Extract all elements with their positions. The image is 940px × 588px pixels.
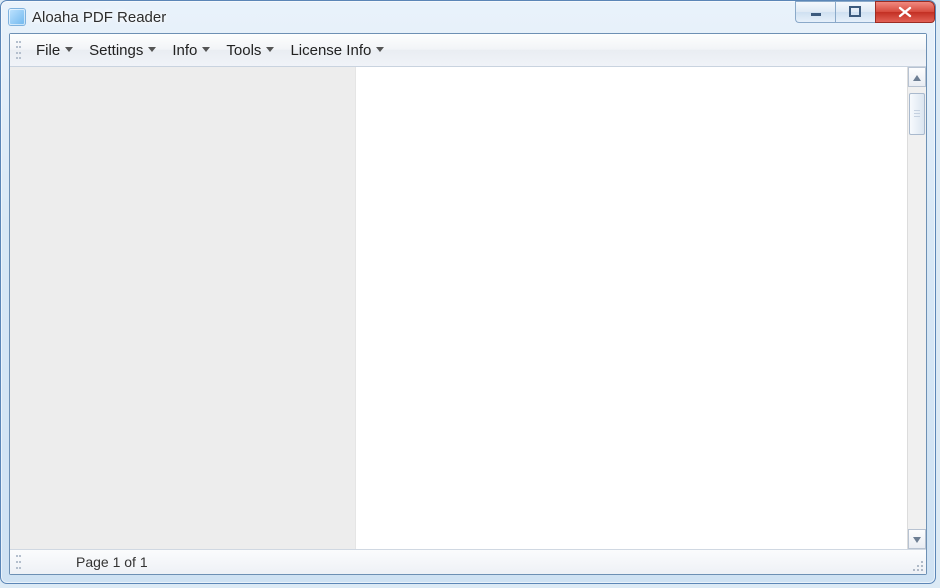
menu-file[interactable]: File bbox=[26, 36, 79, 64]
menu-label: License Info bbox=[290, 42, 371, 59]
chevron-down-icon bbox=[202, 47, 210, 53]
maximize-icon bbox=[849, 6, 863, 18]
scroll-track[interactable] bbox=[908, 87, 926, 529]
menu-tools[interactable]: Tools bbox=[216, 36, 280, 64]
vertical-scrollbar[interactable] bbox=[907, 67, 926, 549]
chevron-up-icon bbox=[913, 68, 921, 86]
title-bar[interactable]: Aloaha PDF Reader bbox=[1, 1, 935, 33]
document-canvas[interactable] bbox=[356, 67, 907, 549]
scroll-down-button[interactable] bbox=[908, 529, 926, 549]
maximize-button[interactable] bbox=[835, 1, 875, 23]
menu-label: Tools bbox=[226, 42, 261, 59]
chevron-down-icon bbox=[913, 530, 921, 548]
toolbar-grip-icon[interactable] bbox=[16, 555, 22, 569]
menu-info[interactable]: Info bbox=[162, 36, 216, 64]
status-bar: Page 1 of 1 bbox=[10, 549, 926, 574]
menu-license-info[interactable]: License Info bbox=[280, 36, 390, 64]
window-title: Aloaha PDF Reader bbox=[32, 9, 166, 26]
resize-grip-icon[interactable] bbox=[910, 558, 924, 572]
app-window: Aloaha PDF Reader bbox=[0, 0, 936, 584]
toolbar-grip-icon[interactable] bbox=[16, 41, 22, 59]
scroll-up-button[interactable] bbox=[908, 67, 926, 87]
chevron-down-icon bbox=[266, 47, 274, 53]
minimize-icon bbox=[810, 6, 822, 18]
chevron-down-icon bbox=[376, 47, 384, 53]
menu-bar: File Settings Info Tools bbox=[10, 34, 926, 67]
workspace bbox=[10, 67, 926, 549]
close-icon bbox=[897, 6, 913, 18]
minimize-button[interactable] bbox=[795, 1, 835, 23]
menu-settings[interactable]: Settings bbox=[79, 36, 162, 64]
menu-label: File bbox=[36, 42, 60, 59]
caption-buttons bbox=[795, 1, 935, 23]
document-area bbox=[356, 67, 926, 549]
menu-label: Info bbox=[172, 42, 197, 59]
app-icon bbox=[9, 9, 25, 25]
scroll-thumb[interactable] bbox=[909, 93, 925, 135]
page-indicator: Page 1 of 1 bbox=[76, 554, 148, 570]
side-panel[interactable] bbox=[10, 67, 356, 549]
chevron-down-icon bbox=[148, 47, 156, 53]
close-button[interactable] bbox=[875, 1, 935, 23]
menu-label: Settings bbox=[89, 42, 143, 59]
client-area: File Settings Info Tools bbox=[9, 33, 927, 575]
chevron-down-icon bbox=[65, 47, 73, 53]
